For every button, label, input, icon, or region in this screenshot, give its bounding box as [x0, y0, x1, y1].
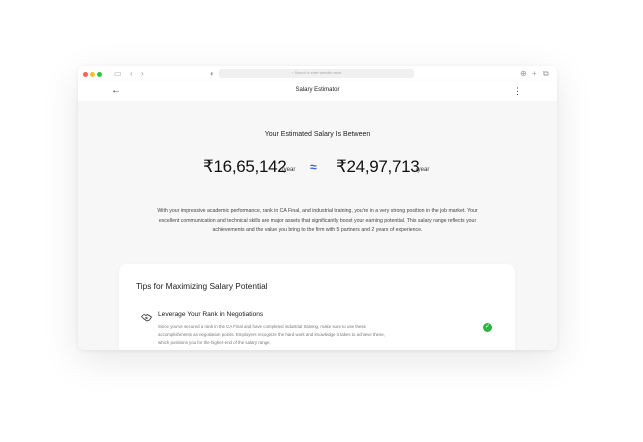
minimize-window-button[interactable]: [90, 72, 95, 77]
main-content: Your Estimated Salary Is Between ₹16,65,…: [78, 101, 557, 350]
min-salary-period: /year: [282, 167, 296, 173]
browser-titlebar: ▭ ‹ › ◐ ⌕ Search or enter website name ⊕…: [78, 66, 557, 81]
sidebar-toggle-icon[interactable]: ▭: [114, 69, 122, 78]
more-vertical-icon[interactable]: ⋮: [513, 85, 522, 97]
maximize-window-button[interactable]: [97, 72, 102, 77]
tips-card: Tips for Maximizing Salary Potential Lev…: [119, 264, 515, 350]
address-placeholder: Search or enter website name: [294, 71, 342, 75]
salary-range: ₹16,65,142 /year ≈ ₹24,97,713 /year: [78, 157, 557, 177]
app-header: ← Salary Estimator ⋮: [78, 81, 557, 101]
download-icon[interactable]: ⊕: [520, 69, 527, 78]
tips-title: Tips for Maximizing Salary Potential: [136, 281, 268, 291]
tip-description: Since you've secured a rank in the CA Fi…: [158, 324, 385, 345]
privacy-shield-icon[interactable]: ◐: [210, 69, 215, 78]
new-tab-icon[interactable]: +: [532, 69, 537, 78]
estimate-heading: Your Estimated Salary Is Between: [264, 131, 371, 138]
browser-forward-icon[interactable]: ›: [141, 69, 144, 78]
browser-back-icon[interactable]: ‹: [130, 69, 133, 78]
approx-symbol: ≈: [310, 160, 317, 174]
estimate-description: With your impressive academic performanc…: [157, 208, 478, 234]
tip-title: Leverage Your Rank in Negotiations: [158, 311, 264, 318]
browser-window: ▭ ‹ › ◐ ⌕ Search or enter website name ⊕…: [78, 66, 557, 350]
page-title: Salary Estimator: [295, 87, 340, 93]
close-window-button[interactable]: [83, 72, 88, 77]
max-salary: ₹24,97,713: [336, 157, 420, 176]
tabs-overview-icon[interactable]: ⧉: [543, 69, 549, 78]
max-salary-period: /year: [416, 167, 430, 173]
min-salary: ₹16,65,142: [203, 157, 287, 176]
handshake-icon: [141, 313, 152, 324]
check-circle-icon: ✓: [483, 323, 492, 332]
address-bar[interactable]: ⌕ Search or enter website name: [219, 69, 414, 78]
